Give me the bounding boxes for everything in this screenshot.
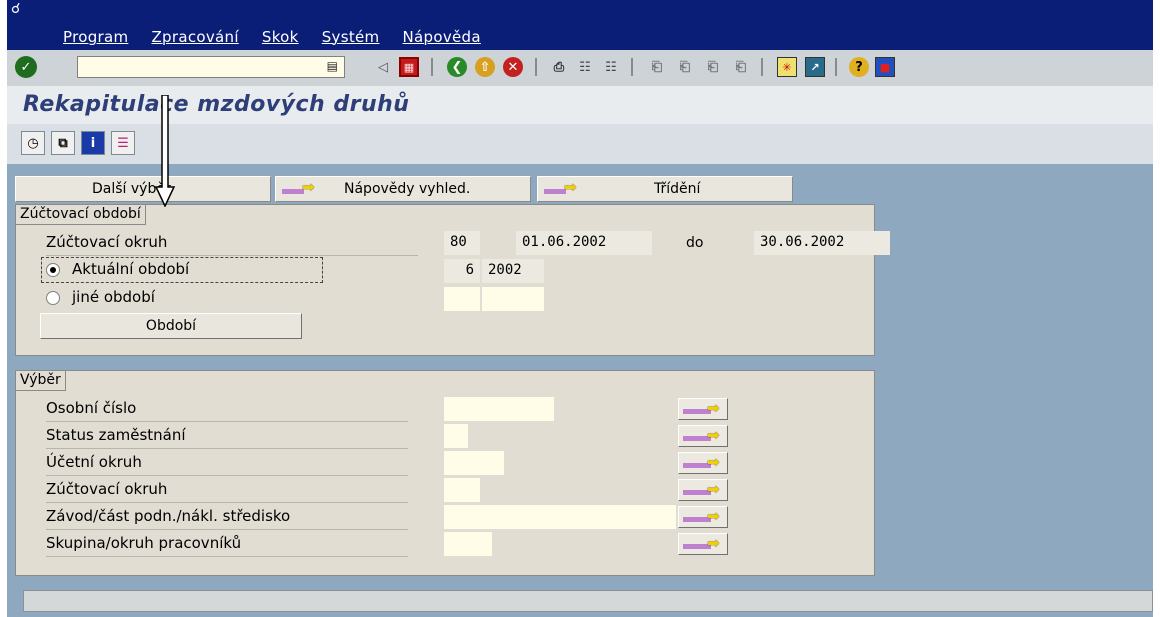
menu-zpracovani[interactable]: Zpracování bbox=[151, 28, 238, 46]
plant-cost-center-multi-button[interactable]: ➡ bbox=[678, 506, 728, 528]
print-icon[interactable]: ⎙ bbox=[549, 57, 569, 77]
more-selection-button[interactable]: Další výběr bbox=[15, 176, 271, 202]
sorting-button[interactable]: ➡ Třídění bbox=[537, 176, 793, 202]
personnel-number-label: Osobní číslo bbox=[46, 399, 137, 417]
employment-status-label: Status zaměstnání bbox=[46, 426, 186, 444]
find-icon[interactable]: ☷ bbox=[575, 57, 595, 77]
system-menu-icon[interactable]: ☌ bbox=[11, 2, 27, 16]
date-to-field: 30.06.2002 bbox=[754, 231, 890, 255]
application-toolbar: ◷ ⧉ i ☰ bbox=[7, 124, 1153, 164]
settings-icon[interactable]: ☰ bbox=[111, 131, 135, 155]
selection-group: Výběr Osobní číslo ➡ Status zaměstnání ➡… bbox=[15, 370, 875, 576]
selection-group-title: Výběr bbox=[16, 371, 66, 391]
company-code-field[interactable] bbox=[444, 451, 504, 475]
company-code-label: Účetní okruh bbox=[46, 453, 142, 471]
exit-icon[interactable]: ⇧ bbox=[475, 57, 495, 77]
find-next-icon[interactable]: ☷ bbox=[601, 57, 621, 77]
plant-cost-center-label: Závod/část podn./nákl. středisko bbox=[46, 507, 291, 525]
info-icon[interactable]: i bbox=[81, 131, 105, 155]
employee-group-field[interactable] bbox=[444, 532, 492, 556]
layout-icon[interactable]: ■ bbox=[875, 57, 895, 77]
help-icon[interactable]: ? bbox=[849, 57, 869, 77]
period-button[interactable]: Období bbox=[40, 313, 302, 339]
check-icon[interactable]: ✓ bbox=[15, 56, 37, 78]
period-group: Zúčtovací období Zúčtovací okruh 80 01.0… bbox=[15, 204, 890, 356]
yellow-arrow-icon: ➡ bbox=[544, 179, 580, 196]
payroll-area-field: 80 bbox=[444, 231, 480, 255]
shortcut-icon[interactable]: ↗ bbox=[805, 57, 825, 77]
command-history-icon[interactable]: ▤ bbox=[327, 59, 338, 73]
employment-status-field[interactable] bbox=[444, 424, 468, 448]
last-page-icon[interactable]: ⎗ bbox=[731, 57, 751, 77]
other-period-year[interactable] bbox=[482, 287, 544, 311]
company-code-multi-button[interactable]: ➡ bbox=[678, 452, 728, 474]
save-icon[interactable]: ▦ bbox=[399, 57, 419, 77]
to-label: do bbox=[686, 235, 704, 251]
annotation-down-arrow bbox=[155, 95, 175, 207]
payroll-area-label: Zúčtovací okruh bbox=[46, 233, 168, 251]
sorting-label: Třídění bbox=[654, 181, 701, 197]
create-session-icon[interactable]: ✳ bbox=[777, 57, 797, 77]
payroll-area-multi-button[interactable]: ➡ bbox=[678, 479, 728, 501]
search-help-label: Nápovědy vyhled. bbox=[344, 181, 471, 197]
menu-system[interactable]: Systém bbox=[322, 28, 380, 46]
menu-bar: ☌ Program Zpracování Skok Systém Nápověd… bbox=[7, 0, 1153, 50]
status-bar bbox=[23, 590, 1153, 612]
cancel-icon[interactable]: ✕ bbox=[503, 57, 523, 77]
other-period-label[interactable]: jiné období bbox=[72, 288, 155, 306]
page-title: Rekapitulace mzdových druhů bbox=[23, 92, 410, 117]
title-bar: Rekapitulace mzdových druhů bbox=[7, 86, 1153, 124]
execute-icon[interactable]: ◷ bbox=[21, 131, 45, 155]
standard-toolbar: ✓ ▤ ◁ ▦ ❮ ⇧ ✕ ⎙ ☷ ☷ ⎗ ⎗ ⎗ ⎗ ✳ ↗ ? ■ bbox=[7, 50, 1153, 87]
payroll-area-sel-label: Zúčtovací okruh bbox=[46, 480, 168, 498]
sap-window: ☌ Program Zpracování Skok Systém Nápověd… bbox=[7, 0, 1153, 617]
prev-page-icon[interactable]: ⎗ bbox=[675, 57, 695, 77]
current-period-radio[interactable] bbox=[46, 263, 60, 277]
date-from-field: 01.06.2002 bbox=[516, 231, 652, 255]
employee-group-label: Skupina/okruh pracovníků bbox=[46, 534, 242, 552]
other-period-radio[interactable] bbox=[46, 291, 60, 305]
employment-status-multi-button[interactable]: ➡ bbox=[678, 425, 728, 447]
menu-napoveda[interactable]: Nápověda bbox=[403, 28, 481, 46]
menu-program[interactable]: Program bbox=[63, 28, 128, 46]
back-icon[interactable]: ❮ bbox=[447, 57, 467, 77]
menu-list: Program Zpracování Skok Systém Nápověda bbox=[63, 28, 499, 46]
current-period-year: 2002 bbox=[482, 259, 544, 283]
current-period-label[interactable]: Aktuální období bbox=[72, 260, 189, 278]
personnel-number-multi-button[interactable]: ➡ bbox=[678, 398, 728, 420]
next-page-icon[interactable]: ⎗ bbox=[703, 57, 723, 77]
current-period-number: 6 bbox=[444, 259, 480, 283]
other-period-number[interactable] bbox=[444, 287, 480, 311]
personnel-number-field[interactable] bbox=[444, 397, 554, 421]
first-page-icon[interactable]: ⎗ bbox=[647, 57, 667, 77]
yellow-arrow-icon: ➡ bbox=[282, 179, 318, 196]
back-triangle-icon[interactable]: ◁ bbox=[373, 57, 393, 77]
copy-variant-icon[interactable]: ⧉ bbox=[51, 131, 75, 155]
payroll-area-sel-field[interactable] bbox=[444, 478, 480, 502]
employee-group-multi-button[interactable]: ➡ bbox=[678, 533, 728, 555]
command-field[interactable]: ▤ bbox=[77, 56, 345, 78]
period-group-title: Zúčtovací období bbox=[16, 205, 146, 225]
menu-skok[interactable]: Skok bbox=[262, 28, 299, 46]
plant-cost-center-field[interactable] bbox=[444, 505, 676, 529]
search-help-button[interactable]: ➡ Nápovědy vyhled. bbox=[275, 176, 531, 202]
